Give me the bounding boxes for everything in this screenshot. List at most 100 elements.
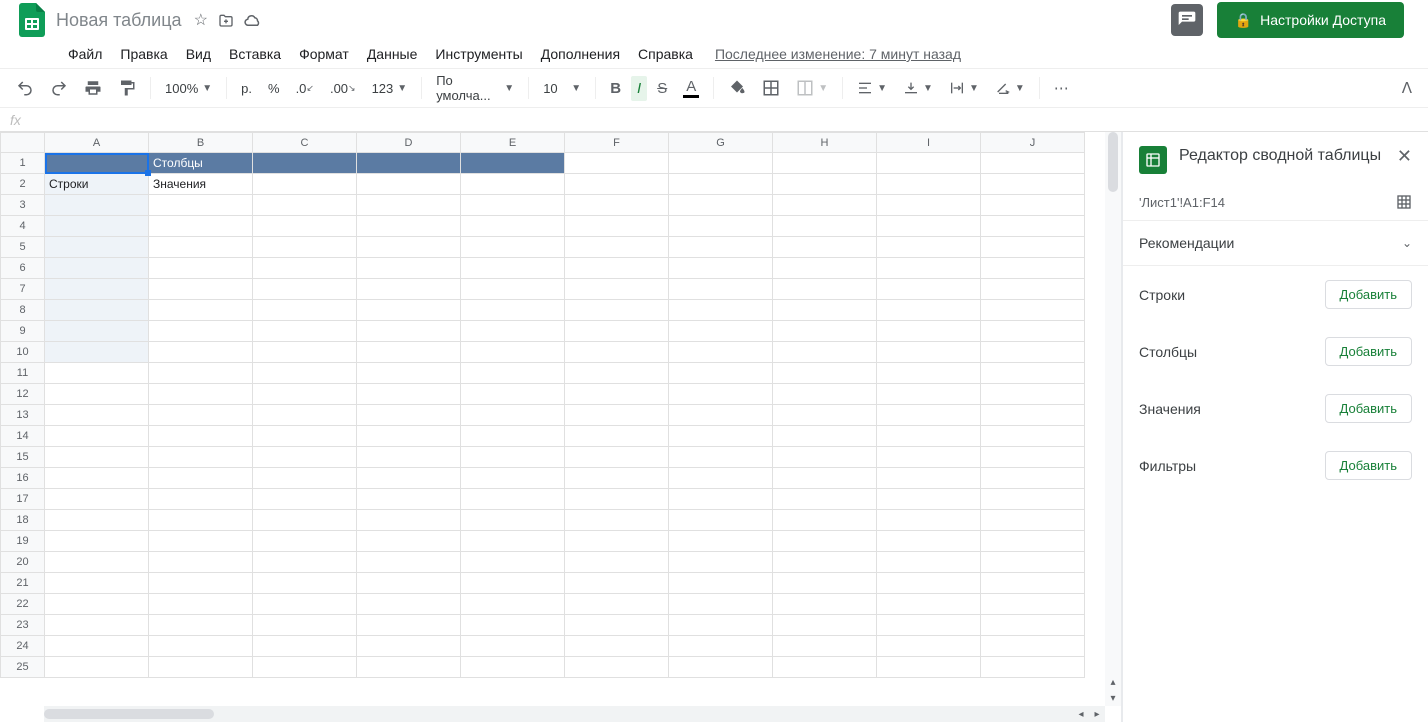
cell-F21[interactable] — [565, 573, 669, 594]
col-header-G[interactable]: G — [669, 133, 773, 153]
cell-E6[interactable] — [461, 258, 565, 279]
cell-A9[interactable] — [45, 321, 149, 342]
cell-A7[interactable] — [45, 279, 149, 300]
cell-G19[interactable] — [669, 531, 773, 552]
col-header-E[interactable]: E — [461, 133, 565, 153]
cell-B17[interactable] — [149, 489, 253, 510]
cell-A16[interactable] — [45, 468, 149, 489]
cell-A11[interactable] — [45, 363, 149, 384]
cell-J19[interactable] — [981, 531, 1085, 552]
cell-H11[interactable] — [773, 363, 877, 384]
cell-D15[interactable] — [357, 447, 461, 468]
merge-cells-button[interactable]: ▼ — [790, 75, 834, 101]
row-header-20[interactable]: 20 — [1, 552, 45, 573]
cell-A1[interactable] — [45, 153, 149, 174]
menu-edit[interactable]: Правка — [112, 42, 175, 66]
cell-A3[interactable] — [45, 195, 149, 216]
menu-help[interactable]: Справка — [630, 42, 701, 66]
col-header-A[interactable]: A — [45, 133, 149, 153]
cell-H6[interactable] — [773, 258, 877, 279]
cell-H10[interactable] — [773, 342, 877, 363]
cell-E20[interactable] — [461, 552, 565, 573]
cell-I16[interactable] — [877, 468, 981, 489]
cell-G25[interactable] — [669, 657, 773, 678]
cell-A25[interactable] — [45, 657, 149, 678]
cell-F12[interactable] — [565, 384, 669, 405]
cell-D11[interactable] — [357, 363, 461, 384]
cell-J14[interactable] — [981, 426, 1085, 447]
cell-J25[interactable] — [981, 657, 1085, 678]
percent-format-button[interactable]: % — [262, 77, 286, 100]
cell-H23[interactable] — [773, 615, 877, 636]
add-rows-button[interactable]: Добавить — [1325, 280, 1412, 309]
vscroll-down-icon[interactable]: ▾ — [1105, 690, 1121, 706]
cell-B20[interactable] — [149, 552, 253, 573]
cell-E14[interactable] — [461, 426, 565, 447]
cell-D5[interactable] — [357, 237, 461, 258]
cell-G16[interactable] — [669, 468, 773, 489]
cell-C11[interactable] — [253, 363, 357, 384]
cell-I14[interactable] — [877, 426, 981, 447]
cell-C13[interactable] — [253, 405, 357, 426]
cell-E1[interactable] — [461, 153, 565, 174]
cell-B5[interactable] — [149, 237, 253, 258]
cell-J20[interactable] — [981, 552, 1085, 573]
cell-C14[interactable] — [253, 426, 357, 447]
bold-button[interactable]: B — [604, 76, 627, 101]
cell-B14[interactable] — [149, 426, 253, 447]
cell-F20[interactable] — [565, 552, 669, 573]
cell-G12[interactable] — [669, 384, 773, 405]
cell-I15[interactable] — [877, 447, 981, 468]
cell-H3[interactable] — [773, 195, 877, 216]
cell-G8[interactable] — [669, 300, 773, 321]
cell-B15[interactable] — [149, 447, 253, 468]
collapse-toolbar-icon[interactable]: ᐱ — [1396, 75, 1418, 101]
text-wrap-button[interactable]: ▼ — [943, 76, 985, 100]
vscroll-up-icon[interactable]: ▴ — [1105, 674, 1121, 690]
cell-G14[interactable] — [669, 426, 773, 447]
cell-C5[interactable] — [253, 237, 357, 258]
row-header-18[interactable]: 18 — [1, 510, 45, 531]
cell-E8[interactable] — [461, 300, 565, 321]
cell-A15[interactable] — [45, 447, 149, 468]
last-change-link[interactable]: Последнее изменение: 7 минут назад — [715, 46, 961, 62]
cell-J21[interactable] — [981, 573, 1085, 594]
cell-I4[interactable] — [877, 216, 981, 237]
cell-C25[interactable] — [253, 657, 357, 678]
cell-D20[interactable] — [357, 552, 461, 573]
cell-D12[interactable] — [357, 384, 461, 405]
cell-F23[interactable] — [565, 615, 669, 636]
cell-J22[interactable] — [981, 594, 1085, 615]
cell-J23[interactable] — [981, 615, 1085, 636]
cell-A14[interactable] — [45, 426, 149, 447]
add-columns-button[interactable]: Добавить — [1325, 337, 1412, 366]
cell-I11[interactable] — [877, 363, 981, 384]
cell-D19[interactable] — [357, 531, 461, 552]
row-header-10[interactable]: 10 — [1, 342, 45, 363]
cell-J15[interactable] — [981, 447, 1085, 468]
cell-D6[interactable] — [357, 258, 461, 279]
menu-data[interactable]: Данные — [359, 42, 426, 66]
row-header-14[interactable]: 14 — [1, 426, 45, 447]
cell-E18[interactable] — [461, 510, 565, 531]
row-header-4[interactable]: 4 — [1, 216, 45, 237]
row-header-24[interactable]: 24 — [1, 636, 45, 657]
cell-F7[interactable] — [565, 279, 669, 300]
cell-D10[interactable] — [357, 342, 461, 363]
cell-F25[interactable] — [565, 657, 669, 678]
cell-J4[interactable] — [981, 216, 1085, 237]
cell-G6[interactable] — [669, 258, 773, 279]
cell-C8[interactable] — [253, 300, 357, 321]
cell-D23[interactable] — [357, 615, 461, 636]
recommendations-section[interactable]: Рекомендации ⌄ — [1123, 221, 1428, 265]
cell-I21[interactable] — [877, 573, 981, 594]
cell-I19[interactable] — [877, 531, 981, 552]
cell-A13[interactable] — [45, 405, 149, 426]
cell-H7[interactable] — [773, 279, 877, 300]
row-header-21[interactable]: 21 — [1, 573, 45, 594]
cell-D25[interactable] — [357, 657, 461, 678]
cell-J24[interactable] — [981, 636, 1085, 657]
cell-J13[interactable] — [981, 405, 1085, 426]
col-header-I[interactable]: I — [877, 133, 981, 153]
cell-I22[interactable] — [877, 594, 981, 615]
